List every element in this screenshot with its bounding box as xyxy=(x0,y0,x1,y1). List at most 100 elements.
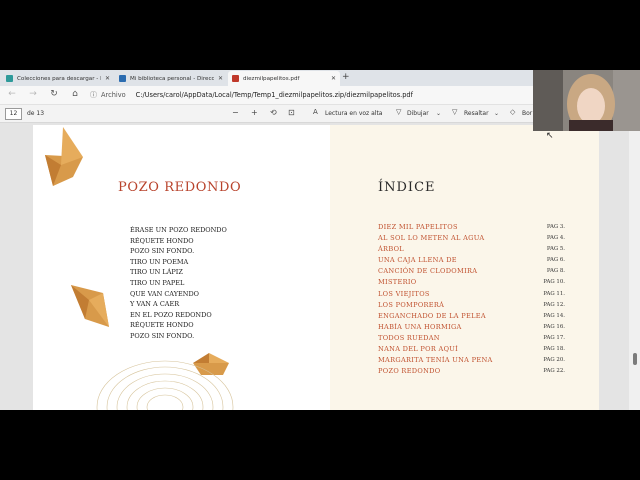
vertical-scrollbar[interactable] xyxy=(629,123,640,410)
page-number-input[interactable]: 12 xyxy=(5,108,22,120)
index-entry: MISTERIO PAG 10. xyxy=(378,277,565,288)
url-field[interactable]: ⓘ Archivo C:/Users/carol/AppData/Local/T… xyxy=(90,88,530,102)
index-entry-page: PAG 4. xyxy=(546,235,565,242)
mouse-cursor-icon: ↖ xyxy=(546,131,554,141)
index-entry-page: PAG 14. xyxy=(543,312,565,319)
close-icon[interactable]: ✕ xyxy=(331,75,336,82)
tab-favicon-icon xyxy=(119,75,126,82)
index-entry-page: PAG 22. xyxy=(543,368,565,375)
read-aloud-icon: A xyxy=(313,108,318,116)
index-list: DIEZ MIL PAPELITOS PAG 3. AL SOL LO METEN … xyxy=(378,222,565,377)
page-total: de 13 xyxy=(27,110,45,117)
poem-line: TIRO UN PAPEL xyxy=(130,278,185,287)
index-entry-title: MARGARITA TENÍA UNA PENA xyxy=(378,356,493,365)
index-entry: POZO REDONDO PAG 22. xyxy=(378,366,565,377)
index-entry-title: ENGANCHADO DE LA PELEA xyxy=(378,311,486,320)
index-entry-page: PAG 20. xyxy=(543,357,565,364)
index-entry: AL SOL LO METEN AL AGUA PAG 4. xyxy=(378,233,565,244)
scroll-thumb[interactable] xyxy=(633,353,637,365)
presenter-video xyxy=(533,70,640,131)
tab-colecciones[interactable]: Colecciones para descargar - Ed ✕ xyxy=(2,71,114,86)
tab-pdf[interactable]: diezmilpapelitos.pdf ✕ xyxy=(228,71,340,86)
index-entry: ENGANCHADO DE LA PELEA PAG 14. xyxy=(378,311,565,322)
index-entry: UNA CAJA LLENA DE PAG 6. xyxy=(378,255,565,266)
index-entry: MARGARITA TENÍA UNA PENA PAG 20. xyxy=(378,355,565,366)
draw-button[interactable]: Dibujar xyxy=(407,110,429,117)
chevron-down-icon[interactable]: ⌄ xyxy=(436,110,441,117)
arrow-right-icon[interactable]: → xyxy=(27,89,39,99)
poem-line: TIRO UN POEMA xyxy=(130,257,189,266)
index-entry-title: CANCIÓN DE CLODOMIRA xyxy=(378,267,478,276)
index-entry-title: AL SOL LO METEN AL AGUA xyxy=(378,234,485,243)
index-entry-page: PAG 8. xyxy=(546,268,565,275)
index-entry-title: TODOS RUEDAN xyxy=(378,333,440,342)
read-aloud-button[interactable]: Lectura en voz alta xyxy=(325,110,383,117)
arrow-left-icon[interactable]: ← xyxy=(6,89,18,99)
info-icon: ⓘ xyxy=(90,91,97,99)
poem-line: Y VAN A CAER xyxy=(130,300,180,309)
pdf-favicon-icon xyxy=(232,75,239,82)
index-entry-title: HABÍA UNA HORMIGA xyxy=(378,322,462,331)
poem-line: QUE VAN CAYENDO xyxy=(130,289,199,298)
index-entry-title: NANA DEL POR AQUÍ xyxy=(378,345,459,354)
index-entry-page: PAG 18. xyxy=(543,346,565,353)
index-entry-page: PAG 6. xyxy=(546,257,565,264)
index-entry-title: ÁRBOL xyxy=(378,245,404,254)
close-icon[interactable]: ✕ xyxy=(218,75,223,82)
chevron-down-icon[interactable]: ⌄ xyxy=(494,110,499,117)
highlight-icon: ▽ xyxy=(452,108,458,116)
index-title: ÍNDICE xyxy=(378,180,436,195)
url-text: C:/Users/carol/AppData/Local/Temp/Temp1_… xyxy=(135,91,413,99)
paper-boat-illustration xyxy=(45,127,83,186)
webcam-overlay xyxy=(533,70,640,131)
tab-favicon-icon xyxy=(6,75,13,82)
index-entry: LOS POMPORERÁ PAG 12. xyxy=(378,300,565,311)
index-entry-page: PAG 17. xyxy=(543,334,565,341)
index-entry: CANCIÓN DE CLODOMIRA PAG 8. xyxy=(378,266,565,277)
tab-biblioteca[interactable]: Mi biblioteca personal - Direcció ✕ xyxy=(115,71,227,86)
erase-button[interactable]: Bor xyxy=(522,110,532,117)
pdf-page-left: POZO REDONDO ÉRASE UN POZO REDONDO RÉQUET… xyxy=(33,125,330,410)
index-entry-page: PAG 3. xyxy=(546,224,565,230)
index-entry: TODOS RUEDAN PAG 17. xyxy=(378,333,565,344)
index-entry-title: LOS POMPORERÁ xyxy=(378,300,445,309)
index-entry-title: POZO REDONDO xyxy=(378,367,441,376)
index-entry-page: PAG 12. xyxy=(543,301,565,308)
tab-label: Mi biblioteca personal - Direcció xyxy=(130,75,214,82)
index-entry: DIEZ MIL PAPELITOS PAG 3. xyxy=(378,222,565,233)
rotate-icon[interactable]: ⟲ xyxy=(270,108,277,117)
index-entry: LOS VIEJITOS PAG 11. xyxy=(378,289,565,300)
poem-line: EN EL POZO REDONDO xyxy=(130,310,212,319)
poem-line: TIRO UN LÁPIZ xyxy=(130,268,183,277)
index-entry-title: LOS VIEJITOS xyxy=(378,289,430,298)
poem-line: RÉQUETE HONDO xyxy=(130,321,194,330)
poem-line: ÉRASE UN POZO REDONDO xyxy=(130,226,227,234)
paper-boat-illustration xyxy=(71,285,109,327)
pdf-page-right: ÍNDICE DIEZ MIL PAPELITOS PAG 3. AL SOL LO… xyxy=(330,125,599,410)
refresh-icon[interactable]: ↻ xyxy=(48,89,60,99)
poem-text: ÉRASE UN POZO REDONDO RÉQUETE HONDO POZO S… xyxy=(130,225,227,342)
home-icon[interactable]: ⌂ xyxy=(69,89,81,99)
fit-page-icon[interactable]: ⊡ xyxy=(288,108,295,117)
index-entry: ÁRBOL PAG 5. xyxy=(378,244,565,255)
index-entry-page: PAG 16. xyxy=(543,323,565,330)
poem-line: POZO SIN FONDO. xyxy=(130,331,195,340)
tab-label: diezmilpapelitos.pdf xyxy=(243,75,300,82)
pdf-viewport: POZO REDONDO ÉRASE UN POZO REDONDO RÉQUET… xyxy=(0,123,640,410)
paper-boat-illustration xyxy=(193,353,229,375)
index-entry-title: MISTERIO xyxy=(378,278,417,287)
eraser-icon: ◇ xyxy=(510,108,516,116)
index-entry: NANA DEL POR AQUÍ PAG 18. xyxy=(378,344,565,355)
zoom-out-button[interactable]: − xyxy=(232,108,239,117)
new-tab-button[interactable]: + xyxy=(342,72,350,82)
close-icon[interactable]: ✕ xyxy=(105,75,110,82)
draw-icon: ▽ xyxy=(396,108,402,116)
index-entry-title: DIEZ MIL PAPELITOS xyxy=(378,223,458,231)
index-entry-page: PAG 11. xyxy=(543,290,565,297)
highlight-button[interactable]: Resaltar xyxy=(464,110,489,117)
zoom-in-button[interactable]: + xyxy=(251,108,258,117)
index-entry-page: PAG 10. xyxy=(543,279,565,286)
index-entry: HABÍA UNA HORMIGA PAG 16. xyxy=(378,322,565,333)
index-entry-page: PAG 5. xyxy=(546,246,565,253)
file-label: Archivo xyxy=(101,91,126,99)
